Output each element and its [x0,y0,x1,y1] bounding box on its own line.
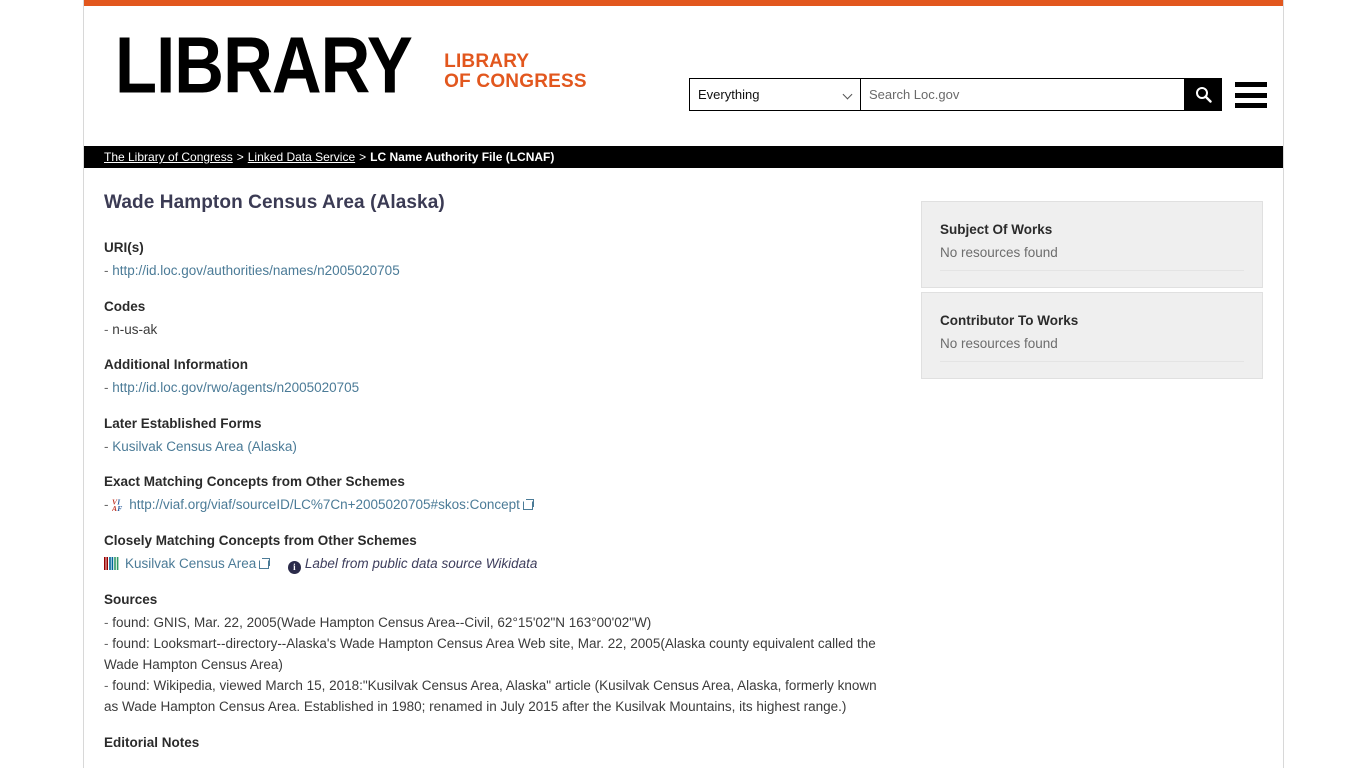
wikidata-icon [104,555,120,570]
bullet-dash: - [104,263,113,278]
field-label: Editorial Notes [104,734,200,750]
svg-text:F: F [118,504,123,512]
source-text: found: Looksmart--directory--Alaska's Wa… [104,635,876,672]
search-submit-button[interactable] [1185,78,1222,111]
additional-info-link[interactable]: http://id.loc.gov/rwo/agents/n2005020705 [112,380,359,395]
source-entry: - found: Looksmart--directory--Alaska's … [104,633,894,675]
field-label: Closely Matching Concepts from Other Sch… [104,532,417,548]
page-root: LIBRARY LIBRARY OF CONGRESS Everything S… [0,0,1366,768]
bullet-dash: - [104,614,113,630]
field-label: Codes [104,298,146,314]
exact-match-link[interactable]: http://viaf.org/viaf/sourceID/LC%7Cn+200… [129,497,520,512]
source-text: found: Wikipedia, viewed March 15, 2018:… [104,678,877,715]
field-label: Later Established Forms [104,415,262,431]
field-value-row: - n-us-ak [104,319,894,341]
hamburger-bar [1235,82,1267,87]
loc-logo[interactable]: LIBRARY LIBRARY OF CONGRESS [115,25,587,105]
breadcrumb-item-linked-data-service[interactable]: Linked Data Service [248,150,355,164]
field-label: URI(s) [104,240,144,255]
breadcrumb-item-library-of-congress[interactable]: The Library of Congress [104,150,233,164]
source-entry: - found: GNIS, Mar. 22, 2005(Wade Hampto… [104,612,894,633]
field-value-row: - V I A Fhttp://viaf.org/viaf/sourceID/LC%7… [104,494,894,516]
page-frame: LIBRARY LIBRARY OF CONGRESS Everything S… [83,0,1284,768]
logo-wordmark: LIBRARY [115,20,413,110]
svg-text:A: A [112,504,117,512]
search-icon [1196,87,1212,103]
field-value-row: Kusilvak Census Area i Label from public … [104,553,894,575]
external-link-icon [522,499,534,511]
bullet-dash: - [104,678,113,694]
field-label: Exact Matching Concepts from Other Schem… [104,474,405,490]
main-column: Wade Hampton Census Area (Alaska) URI(s)… [104,192,904,767]
viaf-icon: VIAF [111,497,126,514]
breadcrumb-separator: > [236,150,244,164]
panel-body: No resources found [940,336,1244,362]
panel-title: Subject Of Works [940,222,1053,237]
page-title: Wade Hampton Census Area (Alaska) [104,192,445,213]
search-scope-select-wrapper[interactable]: Everything [689,78,861,111]
breadcrumb-separator: > [359,150,367,164]
bullet-dash: - [104,321,113,337]
code-value: n-us-ak [112,321,158,337]
field-sources: Sources - found: GNIS, Mar. 22, 2005(Wad… [104,592,894,718]
field-codes: Codes - n-us-ak [104,299,894,341]
search-input-wrapper[interactable] [861,78,1185,111]
bullet-dash: - [104,635,113,651]
field-value-row: - http://id.loc.gov/rwo/agents/n20050207… [104,377,894,399]
field-closely-matching-concepts: Closely Matching Concepts from Other Sch… [104,533,894,575]
panel-body: No resources found [940,245,1244,271]
site-header: LIBRARY LIBRARY OF CONGRESS Everything [84,6,1283,146]
panel-subject-of-works: Subject Of Works No resources found [921,201,1263,288]
bullet-dash: - [104,380,113,396]
logo-subtitle-line2: OF CONGRESS [444,71,587,93]
field-value-row: - http://id.loc.gov/authorities/names/n2… [104,260,894,282]
page-content: Wade Hampton Census Area (Alaska) URI(s)… [84,168,1283,767]
hamburger-menu-icon[interactable] [1235,81,1267,109]
hamburger-bar [1235,92,1267,98]
panel-contributor-to-works: Contributor To Works No resources found [921,292,1263,379]
field-later-established-forms: Later Established Forms - Kusilvak Censu… [104,416,894,458]
breadcrumb-item-current: LC Name Authority File (LCNAF) [370,150,555,164]
bullet-dash: - [104,438,113,454]
field-label: Additional Information [104,357,248,373]
close-match-link[interactable]: Kusilvak Census Area [125,556,256,571]
external-link-icon [259,557,271,569]
bullet-dash: - [104,497,113,513]
uri-link[interactable]: http://id.loc.gov/authorities/names/n200… [112,263,399,278]
logo-subtitle-line1: LIBRARY [444,50,530,72]
hamburger-bar [1235,103,1267,108]
field-value-row: - Kusilvak Census Area (Alaska) [104,436,894,458]
sidebar-column: Subject Of Works No resources found Cont… [904,192,1263,767]
search-input[interactable] [861,79,1184,110]
later-established-form-link[interactable]: Kusilvak Census Area (Alaska) [112,439,297,454]
breadcrumb: The Library of Congress > Linked Data Se… [84,146,1283,168]
panel-title: Contributor To Works [940,313,1079,328]
field-additional-information: Additional Information - http://id.loc.g… [104,357,894,399]
info-icon: i [287,560,301,574]
search-scope-select[interactable]: Everything [690,79,860,110]
logo-subtitle: LIBRARY OF CONGRESS [444,50,587,93]
source-text: found: GNIS, Mar. 22, 2005(Wade Hampton … [112,614,652,630]
field-label: Sources [104,591,158,607]
site-search: Everything [689,78,1222,111]
field-editorial-notes: Editorial Notes [104,735,894,750]
field-uris: URI(s) - http://id.loc.gov/authorities/n… [104,240,894,282]
close-match-note: Label from public data source Wikidata [304,555,538,571]
source-entry: - found: Wikipedia, viewed March 15, 201… [104,675,894,717]
field-exact-matching-concepts: Exact Matching Concepts from Other Schem… [104,474,894,516]
